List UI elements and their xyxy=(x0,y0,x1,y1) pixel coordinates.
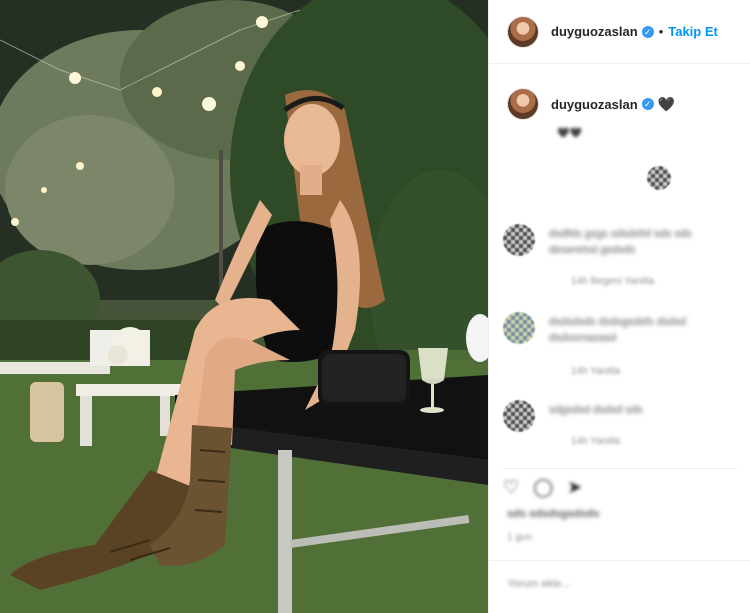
likes-count[interactable]: sds sdsdsgsdsds xyxy=(507,508,599,520)
share-icon[interactable]: ➤ xyxy=(567,477,582,498)
caption-time: 🖤🖤 xyxy=(557,128,582,139)
comment-text: dsdfds gsgs sdsdsfsf sds sds deseretsd g… xyxy=(549,228,692,256)
post-photo[interactable] xyxy=(0,0,488,613)
verified-badge-icon: ✓ xyxy=(641,25,654,38)
comment-meta[interactable]: 14h Begeni Yanitla xyxy=(571,276,654,287)
avatar[interactable] xyxy=(503,312,535,344)
load-more-comments-icon[interactable] xyxy=(647,166,671,190)
comment-meta[interactable]: 14h Yanitla xyxy=(571,436,620,447)
avatar[interactable] xyxy=(507,15,539,48)
post-time: 1 gun xyxy=(507,532,533,543)
comment-text: dsdsdsds dsdsgsdsfs dsdsd dsdssmasasd xyxy=(549,316,686,344)
post-photo-scene xyxy=(0,0,488,613)
post-header: duyguozaslan ✓ • Takip Et xyxy=(489,0,750,64)
caption-row: duyguozaslan ✓ 🖤 xyxy=(489,88,750,120)
post-actions: ♡ ◯ ➤ xyxy=(503,468,737,498)
comment-text: sdgsdsd dsdsd sds xyxy=(549,404,643,416)
separator-dot: • xyxy=(658,24,664,39)
add-comment-input[interactable]: Yorum ekle... xyxy=(507,578,571,590)
comment-icon[interactable]: ◯ xyxy=(533,477,553,498)
like-icon[interactable]: ♡ xyxy=(503,477,519,498)
divider xyxy=(489,560,750,561)
avatar[interactable] xyxy=(503,400,535,432)
caption-username-link[interactable]: duyguozaslan xyxy=(551,97,638,112)
avatar[interactable] xyxy=(503,224,535,256)
verified-badge-icon: ✓ xyxy=(641,98,654,110)
follow-button[interactable]: Takip Et xyxy=(668,24,718,39)
comment-meta[interactable]: 14h Yanitla xyxy=(571,366,620,377)
username-link[interactable]: duyguozaslan xyxy=(551,24,638,39)
avatar[interactable] xyxy=(507,88,539,120)
post-side-panel: duyguozaslan ✓ • Takip Et duyguozaslan ✓… xyxy=(488,0,750,613)
heart-icon: 🖤 xyxy=(657,95,676,112)
